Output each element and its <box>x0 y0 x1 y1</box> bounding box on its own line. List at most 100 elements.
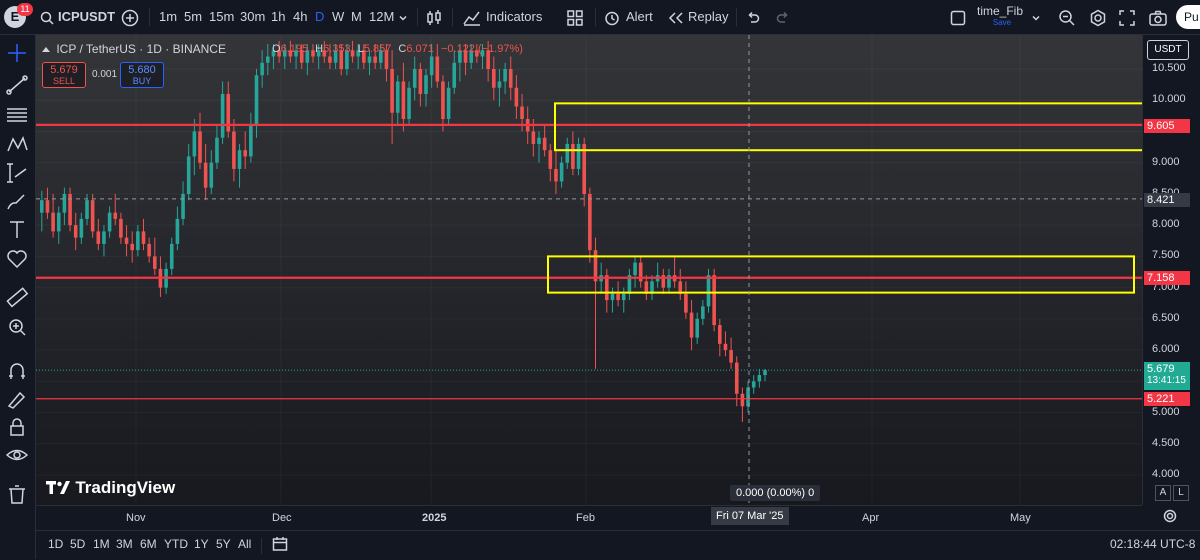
candle-body <box>695 318 699 338</box>
range-ytd[interactable]: YTD <box>164 537 188 551</box>
candle-body <box>130 243 134 251</box>
interval-m[interactable]: M <box>351 0 362 34</box>
candle-body <box>576 143 581 169</box>
watermark-text: TradingView <box>75 478 176 497</box>
replay-icon[interactable] <box>668 0 684 34</box>
range-all[interactable]: All <box>238 537 251 551</box>
layout-checkbox-icon[interactable] <box>950 0 966 34</box>
price-chart[interactable] <box>36 35 1142 505</box>
candle-body <box>497 81 502 88</box>
candle-body <box>616 293 620 301</box>
crosshair-icon[interactable] <box>2 41 32 65</box>
trash-icon[interactable] <box>2 482 32 506</box>
level-label-low: 5.221 <box>1144 392 1190 406</box>
go-to-date-icon[interactable] <box>272 536 288 555</box>
candle-body <box>56 212 61 232</box>
interval-w[interactable]: W <box>332 0 344 34</box>
visibility-eye-icon[interactable] <box>2 443 32 467</box>
time-tick-feb: Feb <box>576 512 595 524</box>
candle-body <box>237 150 242 169</box>
range-3m[interactable]: 3M <box>116 537 133 551</box>
candle-body <box>147 243 151 257</box>
text-tool-icon[interactable] <box>2 218 32 242</box>
horizontal-levels <box>36 35 1142 505</box>
add-symbol-button[interactable] <box>121 0 139 34</box>
candles <box>40 40 767 422</box>
fib-retracement-icon[interactable] <box>2 103 32 127</box>
interval-12m[interactable]: 12M <box>369 0 394 34</box>
layouts-grid-icon[interactable] <box>567 0 583 34</box>
quick-search-icon[interactable] <box>1058 0 1076 34</box>
tradingview-watermark[interactable]: TradingView <box>46 478 175 498</box>
heart-icon[interactable] <box>2 247 32 271</box>
candle-body <box>169 243 174 269</box>
sell-button[interactable]: 5.679 SELL <box>42 62 86 88</box>
indicators-button[interactable]: Indicators <box>486 0 542 34</box>
candle-body <box>621 293 626 301</box>
last-price-label: 5.679 13:41:15 <box>1144 362 1190 390</box>
candle-body <box>243 150 247 157</box>
layout-name-button[interactable]: time_Fib Save <box>977 5 1027 29</box>
zoom-in-icon[interactable] <box>2 315 32 339</box>
candle-body <box>192 131 197 157</box>
price-axis[interactable]: USDT 10.50010.0009.5009.0008.5008.0007.5… <box>1142 35 1200 505</box>
range-6m[interactable]: 6M <box>140 537 157 551</box>
candle-body <box>373 56 377 63</box>
interval-4h[interactable]: 4h <box>293 0 307 34</box>
candle-body <box>435 56 440 82</box>
interval-d[interactable]: D <box>315 0 324 34</box>
ruler-icon[interactable] <box>2 285 32 309</box>
legend-chevron-icon[interactable] <box>42 47 50 53</box>
price-tick: 6.000 <box>1152 343 1180 356</box>
redo-icon[interactable] <box>776 0 790 34</box>
trend-line-icon[interactable] <box>2 73 32 97</box>
range-1m[interactable]: 1M <box>93 537 110 551</box>
magnet-icon[interactable] <box>2 359 32 383</box>
undo-icon[interactable] <box>746 0 760 34</box>
buy-button[interactable]: 5.680 BUY <box>120 62 164 88</box>
lock-icon[interactable] <box>2 415 32 439</box>
interval-30m[interactable]: 30m <box>240 0 265 34</box>
indicators-icon[interactable] <box>463 0 481 34</box>
range-1d[interactable]: 1D <box>48 537 63 551</box>
interval-1m[interactable]: 1m <box>159 0 177 34</box>
symbol-name[interactable]: ICPUSDT <box>58 0 115 34</box>
range-5y[interactable]: 5Y <box>216 537 231 551</box>
interval-dropdown-chevron-icon[interactable] <box>398 0 408 34</box>
log-scale-button[interactable]: L <box>1173 485 1189 501</box>
interval-1h[interactable]: 1h <box>271 0 285 34</box>
price-tick: 4.500 <box>1152 436 1180 449</box>
candles-chart-type-icon[interactable] <box>426 0 442 34</box>
snapshot-camera-icon[interactable] <box>1149 0 1167 34</box>
alert-clock-icon[interactable] <box>604 0 620 34</box>
symbol-search-icon[interactable] <box>40 0 54 34</box>
brush-icon[interactable] <box>2 190 32 214</box>
time-axis-settings-gear-icon[interactable] <box>1163 509 1177 526</box>
replay-button[interactable]: Replay <box>688 0 728 34</box>
candle-body <box>260 62 264 76</box>
clock-timezone[interactable]: 02:18:44 UTC-8 <box>1110 537 1195 551</box>
alert-button[interactable]: Alert <box>626 0 653 34</box>
range-5d[interactable]: 5D <box>70 537 85 551</box>
price-tick: 9.000 <box>1152 155 1180 168</box>
spread-value: 0.001 <box>92 69 118 80</box>
stay-in-drawing-mode-icon[interactable] <box>2 387 32 411</box>
interval-15m[interactable]: 15m <box>209 0 234 34</box>
layout-dropdown-chevron-icon[interactable] <box>1031 0 1041 34</box>
prediction-icon[interactable] <box>2 161 32 185</box>
settings-gear-icon[interactable] <box>1089 0 1107 34</box>
notification-badge: 11 <box>17 3 33 16</box>
candle-body <box>175 218 180 244</box>
legend-symbol-title[interactable]: ICP / TetherUS · 1D · BINANCE <box>56 42 226 56</box>
time-axis[interactable]: Nov Dec 2025 Feb Apr May Fri 07 Mar '25 <box>36 505 1142 530</box>
candle-body <box>565 143 570 163</box>
interval-5m[interactable]: 5m <box>184 0 202 34</box>
fullscreen-icon[interactable] <box>1119 0 1135 34</box>
auto-scale-button[interactable]: A <box>1155 485 1171 501</box>
currency-button[interactable]: USDT <box>1147 40 1189 60</box>
publish-button[interactable]: Pu <box>1176 5 1200 29</box>
range-1y[interactable]: 1Y <box>194 537 209 551</box>
candle-body <box>508 69 513 88</box>
pattern-icon[interactable] <box>2 133 32 157</box>
chart-pane[interactable]: ICP / TetherUS · 1D · BINANCE O6.195 H6.… <box>36 35 1142 505</box>
